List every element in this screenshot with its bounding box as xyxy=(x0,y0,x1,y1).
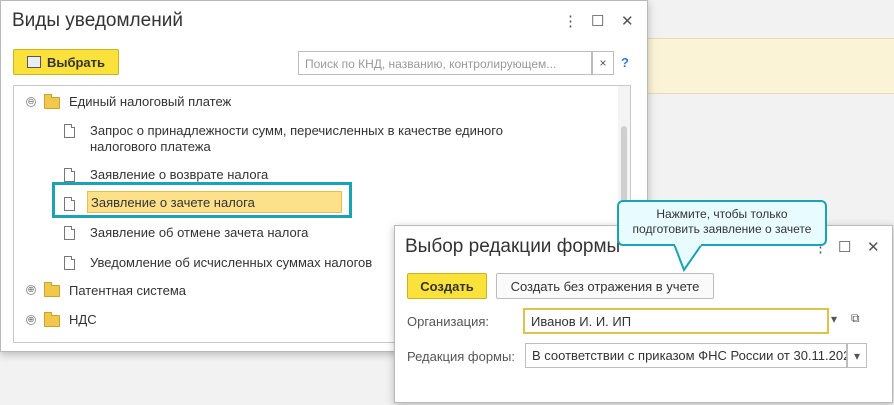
clear-search-icon[interactable]: × xyxy=(592,51,614,75)
document-icon xyxy=(64,226,75,240)
tree-group-ens[interactable]: Единый налоговый платеж xyxy=(69,94,231,110)
tooltip: Нажмите, чтобы только подготовить заявле… xyxy=(617,200,827,246)
folder-icon xyxy=(44,312,60,327)
window-title: Выбор редакции формы xyxy=(405,236,621,257)
select-icon xyxy=(26,56,41,68)
expand-icon[interactable]: ⊕ xyxy=(26,315,36,325)
tree-item-notification[interactable]: Уведомление об исчисленных суммах налого… xyxy=(90,255,372,271)
tree-item-request-line1[interactable]: Запрос о принадлежности сумм, перечислен… xyxy=(90,123,503,139)
create-without-posting-button[interactable]: Создать без отражения в учете xyxy=(496,273,714,299)
close-icon[interactable]: ✕ xyxy=(621,12,634,30)
tooltip-line2: подготовить заявление о зачете xyxy=(632,222,812,236)
edition-field[interactable]: В соответствии с приказом ФНС России от … xyxy=(525,343,847,368)
document-icon xyxy=(64,168,75,182)
expand-icon[interactable]: ⊕ xyxy=(26,285,36,295)
close-icon[interactable]: ✕ xyxy=(867,238,880,256)
document-icon xyxy=(64,124,75,138)
organization-dropdown-icon[interactable]: ▾ xyxy=(831,312,837,326)
edition-dropdown-icon[interactable]: ▾ xyxy=(847,343,867,368)
maximize-icon[interactable]: ☐ xyxy=(838,238,851,256)
select-button-label: Выбрать xyxy=(46,54,106,70)
folder-icon xyxy=(44,282,60,297)
tree-item-request-line2[interactable]: налогового платежа xyxy=(90,139,211,155)
maximize-icon[interactable]: ☐ xyxy=(591,12,604,30)
tooltip-line1: Нажмите, чтобы только xyxy=(656,207,788,221)
organization-field[interactable]: Иванов И. И. ИП xyxy=(523,308,829,334)
tree-item-cancel-offset[interactable]: Заявление об отмене зачета налога xyxy=(90,225,308,241)
document-icon xyxy=(64,256,75,270)
search-input[interactable]: Поиск по КНД, названию, контролирующем..… xyxy=(298,51,592,75)
window-title: Виды уведомлений xyxy=(12,10,183,31)
collapse-icon[interactable]: ⊖ xyxy=(26,97,36,107)
tree-group-vat[interactable]: НДС xyxy=(69,312,97,328)
open-organization-icon[interactable]: ⧉ xyxy=(851,311,860,326)
tree-item-refund[interactable]: Заявление о возврате налога xyxy=(90,167,268,183)
select-button[interactable]: Выбрать xyxy=(13,49,119,75)
create-button[interactable]: Создать xyxy=(407,273,487,299)
edition-label: Редакция формы: xyxy=(407,349,515,364)
menu-icon[interactable]: ⋮ xyxy=(563,12,578,30)
folder-icon xyxy=(44,94,60,109)
organization-label: Организация: xyxy=(407,314,490,329)
tooltip-pointer xyxy=(672,244,704,272)
help-icon[interactable]: ? xyxy=(621,55,629,70)
tree-group-patent[interactable]: Патентная система xyxy=(69,283,186,299)
highlight-frame xyxy=(52,182,352,218)
form-edition-window: Выбор редакции формы ⋮ ☐ ✕ Создать Созда… xyxy=(394,225,893,403)
